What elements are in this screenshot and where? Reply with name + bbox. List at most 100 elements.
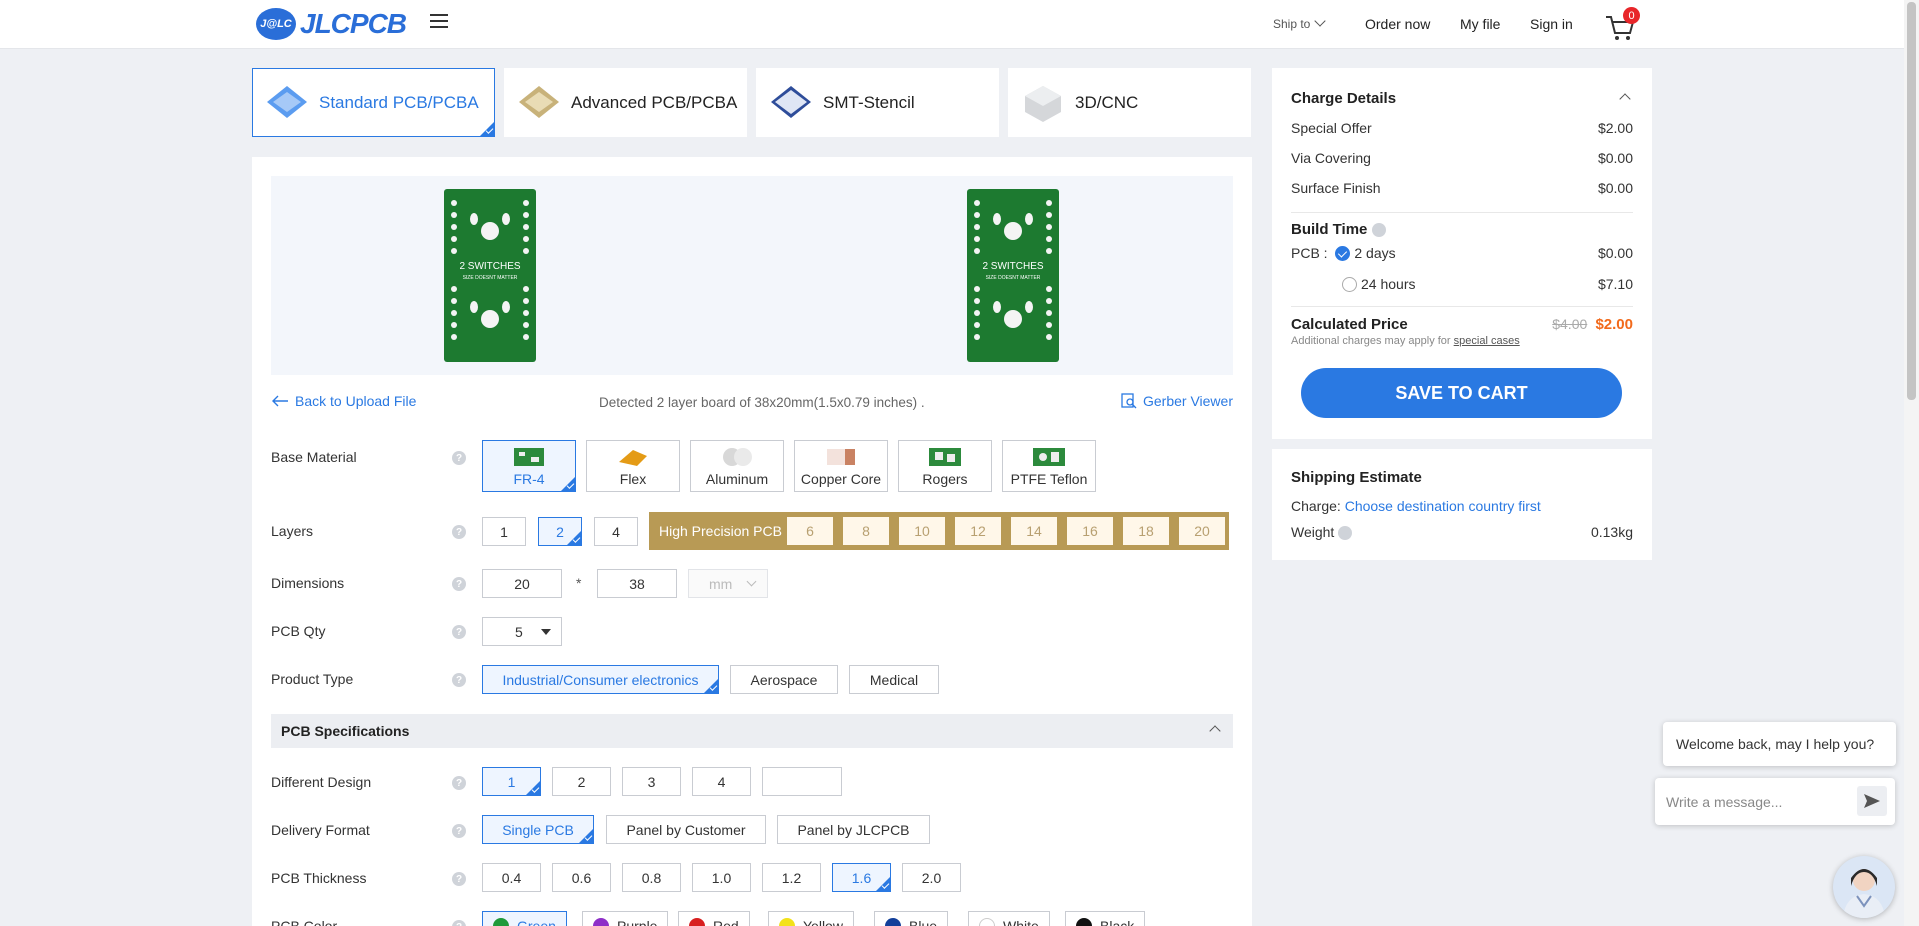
hp-layers-option[interactable]: 20 — [1179, 517, 1225, 545]
tab-advanced-pcb[interactable]: Advanced PCB/PCBA — [504, 68, 747, 137]
caret-down-icon — [541, 628, 551, 635]
help-icon[interactable]: ? — [452, 776, 466, 790]
delivery-panel-customer-option[interactable]: Panel by Customer — [606, 815, 766, 844]
thickness-option-selected[interactable]: 1.6 — [832, 863, 891, 892]
hp-layers-option[interactable]: 18 — [1123, 517, 1169, 545]
build-option-row[interactable]: 24 hours $7.10 — [1291, 276, 1633, 293]
help-icon[interactable]: ? — [452, 872, 466, 886]
layers-option[interactable]: 1 — [482, 517, 526, 546]
help-icon[interactable]: ? — [452, 577, 466, 591]
back-to-upload-link[interactable]: Back to Upload File — [271, 393, 416, 409]
standard-pcb-icon — [267, 85, 307, 118]
pcb-specifications-header[interactable]: PCB Specifications — [271, 714, 1233, 748]
send-icon[interactable] — [1857, 786, 1887, 816]
different-design-option[interactable]: 4 — [692, 767, 751, 796]
material-copper-core-option[interactable]: Copper Core — [794, 440, 888, 492]
help-icon[interactable]: ? — [452, 451, 466, 465]
divider — [1291, 212, 1633, 213]
help-icon[interactable]: ? — [452, 824, 466, 838]
dimension-height-input[interactable]: 38 — [597, 569, 677, 598]
help-icon[interactable]: ? — [452, 525, 466, 539]
chevron-up-icon[interactable] — [1619, 93, 1631, 105]
hp-layers-option[interactable]: 12 — [955, 517, 1001, 545]
support-agent-avatar[interactable] — [1833, 856, 1895, 918]
delivery-panel-jlcpcb-option[interactable]: Panel by JLCPCB — [777, 815, 930, 844]
choose-country-link[interactable]: Choose destination country first — [1345, 498, 1541, 514]
hp-layers-option[interactable]: 10 — [899, 517, 945, 545]
help-icon[interactable]: ? — [452, 920, 466, 926]
color-green-option[interactable]: Green — [482, 911, 567, 926]
scroll-thumb[interactable] — [1907, 2, 1916, 400]
tab-3d-cnc[interactable]: 3D/CNC — [1008, 68, 1251, 137]
tab-standard-pcb[interactable]: Standard PCB/PCBA — [252, 68, 495, 137]
color-white-option[interactable]: White — [968, 911, 1050, 926]
material-flex-option[interactable]: Flex — [586, 440, 680, 492]
different-design-option[interactable]: 2 — [552, 767, 611, 796]
thickness-option[interactable]: 0.6 — [552, 863, 611, 892]
hp-layers-option[interactable]: 16 — [1067, 517, 1113, 545]
help-icon[interactable] — [1371, 223, 1386, 238]
tab-smt-stencil[interactable]: SMT-Stencil — [756, 68, 999, 137]
build-option-row[interactable]: PCB : 2 days $0.00 — [1291, 245, 1633, 262]
thickness-option[interactable]: 1.2 — [762, 863, 821, 892]
order-now-link[interactable]: Order now — [1365, 16, 1430, 32]
cart-count-badge: 0 — [1623, 7, 1640, 24]
material-ptfe-teflon-option[interactable]: PTFE Teflon — [1002, 440, 1096, 492]
thickness-option[interactable]: 0.4 — [482, 863, 541, 892]
radio-checked-icon[interactable] — [1335, 245, 1351, 261]
menu-icon[interactable] — [430, 14, 448, 30]
different-design-custom-input[interactable] — [762, 767, 842, 796]
weight-label: Weight — [1291, 524, 1335, 540]
color-blue-option[interactable]: Blue — [874, 911, 949, 926]
page-scrollbar[interactable] — [1904, 0, 1919, 926]
different-design-option-selected[interactable]: 1 — [482, 767, 541, 796]
layers-option[interactable]: 4 — [594, 517, 638, 546]
hp-layers-option[interactable]: 6 — [787, 517, 833, 545]
weight-row: Weight 0.13kg — [1291, 524, 1633, 541]
sign-in-link[interactable]: Sign in — [1530, 16, 1573, 32]
hp-layers-option[interactable]: 14 — [1011, 517, 1057, 545]
dimension-width-input[interactable]: 20 — [482, 569, 562, 598]
help-icon[interactable]: ? — [452, 673, 466, 687]
layers-option-selected[interactable]: 2 — [538, 517, 582, 546]
color-red-option[interactable]: Red — [678, 911, 750, 926]
thickness-option[interactable]: 1.0 — [692, 863, 751, 892]
different-design-option[interactable]: 3 — [622, 767, 681, 796]
product-type-aerospace-option[interactable]: Aerospace — [730, 665, 838, 694]
color-dot — [689, 917, 705, 926]
radio-unchecked-icon[interactable] — [1342, 276, 1357, 292]
help-icon[interactable] — [1338, 526, 1353, 541]
back-to-upload-label: Back to Upload File — [295, 393, 417, 409]
color-yellow-option[interactable]: Yellow — [768, 911, 854, 926]
thickness-option[interactable]: 0.8 — [622, 863, 681, 892]
ship-to-dropdown[interactable]: Ship to — [1273, 15, 1327, 31]
logo[interactable]: J@LC JLCPCB — [256, 8, 407, 40]
rogers-icon — [929, 448, 961, 466]
thickness-option[interactable]: 2.0 — [902, 863, 961, 892]
material-label: FR-4 — [513, 471, 545, 487]
save-to-cart-button[interactable]: SAVE TO CART — [1301, 368, 1622, 418]
pcb-qty-select[interactable]: 5 — [482, 617, 562, 646]
hp-layers-option[interactable]: 8 — [843, 517, 889, 545]
material-aluminum-option[interactable]: Aluminum — [690, 440, 784, 492]
my-file-link[interactable]: My file — [1460, 16, 1500, 32]
gerber-viewer-link[interactable]: Gerber Viewer — [1121, 393, 1233, 409]
dimensions-label: Dimensions — [271, 575, 345, 591]
section-title: PCB Specifications — [281, 723, 410, 739]
special-cases-link[interactable]: special cases — [1454, 335, 1520, 347]
selected-check-icon — [566, 530, 582, 546]
delivery-single-pcb-option[interactable]: Single PCB — [482, 815, 594, 844]
color-purple-option[interactable]: Purple — [582, 911, 669, 926]
help-icon[interactable]: ? — [452, 625, 466, 639]
logo-text: JLCPCB — [300, 8, 407, 39]
product-type-industrial-option[interactable]: Industrial/Consumer electronics — [482, 665, 719, 694]
product-type-medical-option[interactable]: Medical — [849, 665, 939, 694]
build-option-label: 24 hours — [1361, 276, 1416, 292]
color-black-option[interactable]: Black — [1065, 911, 1146, 926]
unit-select[interactable]: mm — [688, 569, 768, 598]
material-rogers-option[interactable]: Rogers — [898, 440, 992, 492]
chat-message-input[interactable]: Write a message... — [1655, 778, 1895, 825]
material-fr4-option[interactable]: FR-4 — [482, 440, 576, 492]
new-price: $2.00 — [1595, 316, 1633, 333]
svg-text:2 SWITCHES: 2 SWITCHES — [982, 261, 1043, 272]
